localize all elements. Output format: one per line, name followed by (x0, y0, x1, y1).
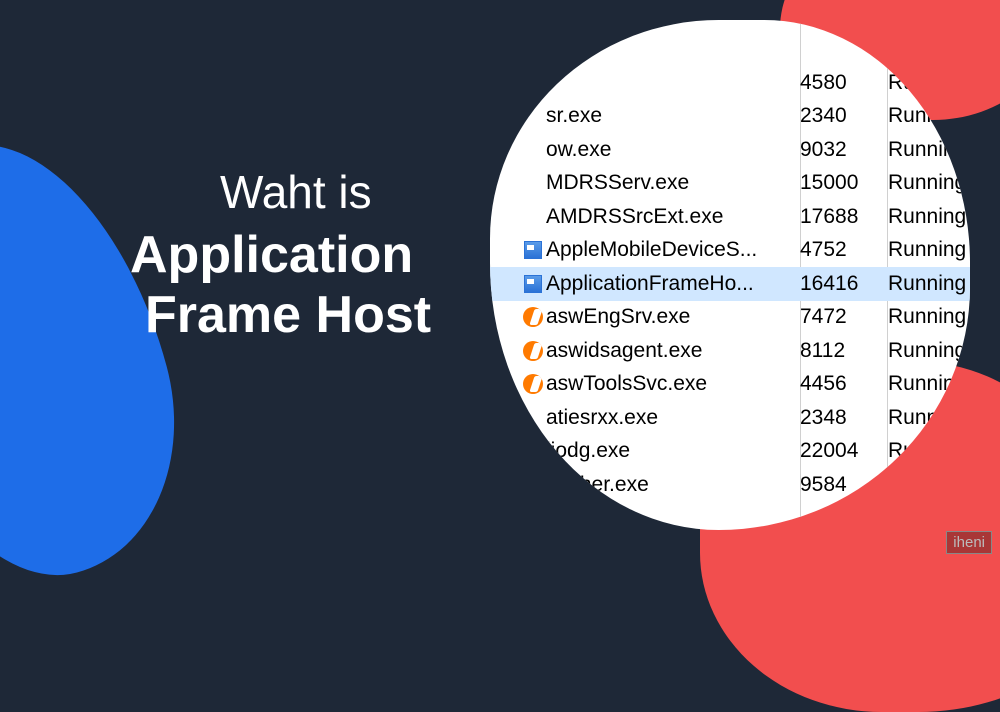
process-pid: 16416 (800, 272, 888, 296)
process-status: Ru (888, 439, 970, 463)
title-line-1: Waht is (220, 165, 431, 219)
process-status: Running (888, 372, 970, 396)
process-row[interactable]: aswEngSrv.exe7472Running (490, 301, 970, 335)
process-name: aswEngSrv.exe (546, 305, 800, 329)
task-manager-window: 4580Runnisr.exe2340Runningow.exe9032Runn… (490, 20, 970, 530)
title-line-2: Application (130, 225, 431, 285)
watermark: iheni (946, 531, 992, 554)
process-pid: 4456 (800, 372, 888, 396)
process-icon-cell (520, 275, 546, 293)
avast-icon (523, 341, 543, 361)
process-status: Runnin (888, 406, 970, 430)
process-name: liodg.exe (546, 439, 800, 463)
process-pid: 4580 (800, 71, 888, 95)
window-app-icon (524, 241, 542, 259)
process-name: aswidsagent.exe (546, 339, 800, 363)
avast-icon (523, 374, 543, 394)
title-line-3: Frame Host (145, 285, 431, 345)
process-icon-cell (520, 341, 546, 361)
process-icon-cell (520, 374, 546, 394)
process-row[interactable]: aswToolsSvc.exe4456Running (490, 368, 970, 402)
process-name: MDRSServ.exe (546, 171, 800, 195)
process-name: aswToolsSvc.exe (546, 372, 800, 396)
process-pid: 8112 (800, 339, 888, 363)
process-name: sr.exe (546, 104, 800, 128)
window-app-icon (524, 275, 542, 293)
process-name: AppleMobileDeviceS... (546, 238, 800, 262)
process-pid: 9584 (800, 473, 888, 497)
process-pid: 9032 (800, 138, 888, 162)
process-list: 4580Runnisr.exe2340Runningow.exe9032Runn… (490, 66, 970, 502)
process-pid: 15000 (800, 171, 888, 195)
process-name: uncher.exe (546, 473, 800, 497)
process-row[interactable]: ow.exe9032Running (490, 133, 970, 167)
process-status: Running (888, 272, 970, 296)
process-row[interactable]: uncher.exe9584 (490, 468, 970, 502)
process-name: ApplicationFrameHo... (546, 272, 800, 296)
process-name: AMDRSSrcExt.exe (546, 205, 800, 229)
process-status: Running (888, 171, 970, 195)
process-status: Running (888, 238, 970, 262)
process-name: ow.exe (546, 138, 800, 162)
process-pid: 4752 (800, 238, 888, 262)
process-row[interactable]: AppleMobileDeviceS...4752Running (490, 234, 970, 268)
process-status: Running (888, 205, 970, 229)
process-row[interactable]: MDRSServ.exe15000Running (490, 167, 970, 201)
process-status: Running (888, 339, 970, 363)
process-status: Running (888, 305, 970, 329)
process-row[interactable]: 4580Runni (490, 66, 970, 100)
avast-icon (523, 307, 543, 327)
page-title: Waht is Application Frame Host (130, 165, 431, 345)
process-row[interactable]: sr.exe2340Running (490, 100, 970, 134)
process-status: Runni (888, 71, 970, 95)
process-pid: 2340 (800, 104, 888, 128)
process-icon-cell (520, 307, 546, 327)
process-row[interactable]: ApplicationFrameHo...16416Running (490, 267, 970, 301)
process-row[interactable]: liodg.exe22004Ru (490, 435, 970, 469)
process-status: Running (888, 138, 970, 162)
process-pid: 22004 (800, 439, 888, 463)
process-pid: 2348 (800, 406, 888, 430)
process-row[interactable]: aswidsagent.exe8112Running (490, 334, 970, 368)
process-status: Running (888, 104, 970, 128)
process-pid: 7472 (800, 305, 888, 329)
process-icon-cell (520, 241, 546, 259)
process-name: atiesrxx.exe (546, 406, 800, 430)
process-pid: 17688 (800, 205, 888, 229)
process-row[interactable]: AMDRSSrcExt.exe17688Running (490, 200, 970, 234)
process-row[interactable]: atiesrxx.exe2348Runnin (490, 401, 970, 435)
